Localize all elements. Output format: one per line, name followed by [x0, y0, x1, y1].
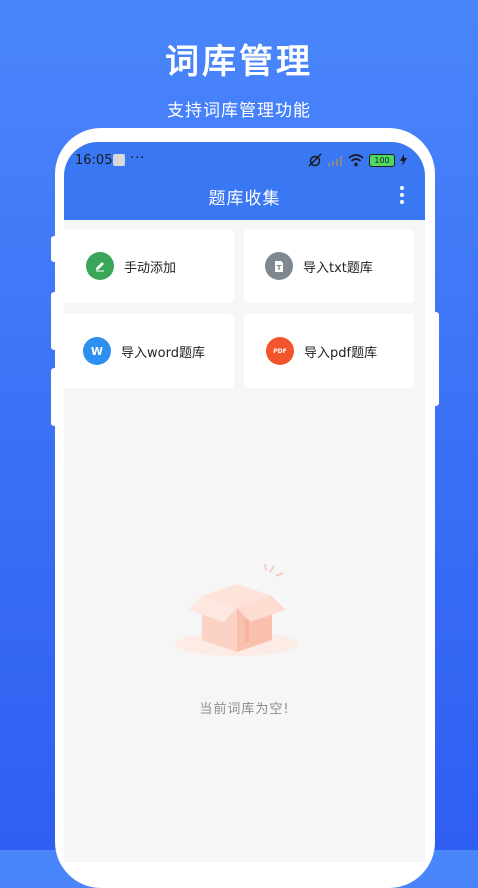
status-time: 16:05 — [75, 153, 113, 168]
phone-side-button-right — [433, 312, 439, 406]
wrench-icon — [113, 154, 125, 166]
page-title: 题库收集 — [208, 189, 281, 209]
promo-subtitle: 支持词库管理功能 — [167, 101, 311, 121]
status-bar: 16:05 ··· 100 — [64, 142, 425, 180]
svg-text:T: T — [277, 264, 282, 272]
import-word-label: 导入word题库 — [121, 345, 205, 361]
phone-side-button-left-2 — [51, 292, 57, 350]
app-bar: 题库收集 — [64, 180, 425, 220]
empty-state-message: 当前词库为空! — [199, 702, 290, 717]
word-icon: W — [83, 337, 111, 365]
status-more: ··· — [130, 151, 146, 166]
manual-add-button[interactable]: 手动添加 — [64, 229, 234, 303]
import-txt-button[interactable]: T 导入txt题库 — [244, 229, 414, 303]
pencil-icon — [86, 252, 114, 280]
manual-add-label: 手动添加 — [124, 260, 177, 276]
phone-screen: 16:05 ··· 100 题库收集 手动添加 T 导入txt题库 W 导入wo… — [64, 142, 425, 862]
txt-file-icon: T — [265, 252, 293, 280]
import-pdf-label: 导入pdf题库 — [304, 345, 378, 361]
import-word-button[interactable]: W 导入word题库 — [64, 314, 234, 388]
wifi-icon — [348, 153, 364, 166]
alarm-off-icon — [308, 153, 322, 167]
import-pdf-button[interactable]: PDF 导入pdf题库 — [244, 314, 414, 388]
phone-side-button-left-1 — [51, 236, 57, 262]
more-vertical-icon[interactable] — [399, 186, 405, 204]
signal-icon — [328, 156, 342, 166]
pdf-icon: PDF — [266, 337, 294, 365]
status-indicators: 100 — [308, 152, 407, 168]
charging-icon — [400, 154, 407, 166]
empty-box-icon — [175, 563, 299, 656]
battery-icon: 100 — [369, 153, 395, 167]
import-txt-label: 导入txt题库 — [303, 260, 373, 276]
promo-title: 词库管理 — [165, 42, 313, 82]
phone-side-button-left-3 — [51, 368, 57, 426]
